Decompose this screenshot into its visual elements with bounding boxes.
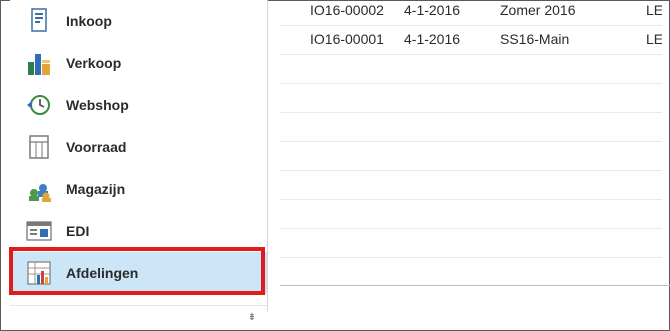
cell-number: IO16-00002 (310, 2, 384, 18)
departments-icon (24, 258, 54, 288)
table-row[interactable] (280, 141, 662, 171)
nav-label-edi: EDI (66, 223, 90, 239)
nav-label-inkoop: Inkoop (66, 13, 112, 29)
nav-item-edi[interactable]: EDI (10, 210, 267, 252)
cell-description: Zomer 2016 (500, 2, 576, 18)
edi-icon (24, 216, 54, 246)
nav-item-inkoop[interactable]: Inkoop (10, 0, 267, 42)
nav-label-webshop: Webshop (66, 97, 129, 113)
cell-date: 4-1-2016 (404, 2, 461, 18)
sales-icon (24, 48, 54, 78)
purchase-icon (24, 6, 54, 36)
cell-number: IO16-00001 (310, 31, 384, 47)
nav-overflow-button[interactable]: ⇟ (245, 311, 259, 325)
grid-footer-divider (280, 285, 670, 286)
nav-item-webshop[interactable]: Webshop (10, 84, 267, 126)
nav-item-voorraad[interactable]: Voorraad (10, 126, 267, 168)
stock-icon (24, 132, 54, 162)
table-row[interactable] (280, 83, 662, 113)
nav-label-magazijn: Magazijn (66, 181, 126, 197)
nav-label-afdelingen: Afdelingen (66, 265, 139, 281)
nav-label-verkoop: Verkoop (66, 55, 122, 71)
table-row[interactable] (280, 199, 662, 229)
table-row[interactable] (280, 170, 662, 200)
table-row[interactable] (280, 112, 662, 142)
nav-label-voorraad: Voorraad (66, 139, 127, 155)
cell-description: SS16-Main (500, 31, 570, 47)
nav-item-verkoop[interactable]: Verkoop (10, 42, 267, 84)
cell-extra: LE (646, 31, 662, 47)
table-row[interactable] (280, 228, 662, 258)
table-row[interactable]: IO16-00002 4-1-2016 Zomer 2016 LE (280, 0, 662, 26)
nav-item-magazijn[interactable]: Magazijn (10, 168, 267, 210)
module-navigation: Inkoop Verkoop Webshop Voorraad Magazijn… (10, 0, 268, 312)
cell-extra: LE (646, 2, 662, 18)
nav-footer: ⇟ (10, 305, 267, 330)
warehouse-icon (24, 174, 54, 204)
nav-item-afdelingen[interactable]: Afdelingen (10, 252, 267, 294)
records-grid: IO16-00002 4-1-2016 Zomer 2016 LE IO16-0… (280, 0, 662, 290)
table-row[interactable] (280, 54, 662, 84)
cell-date: 4-1-2016 (404, 31, 461, 47)
webshop-icon (24, 90, 54, 120)
table-row[interactable]: IO16-00001 4-1-2016 SS16-Main LE (280, 25, 662, 55)
